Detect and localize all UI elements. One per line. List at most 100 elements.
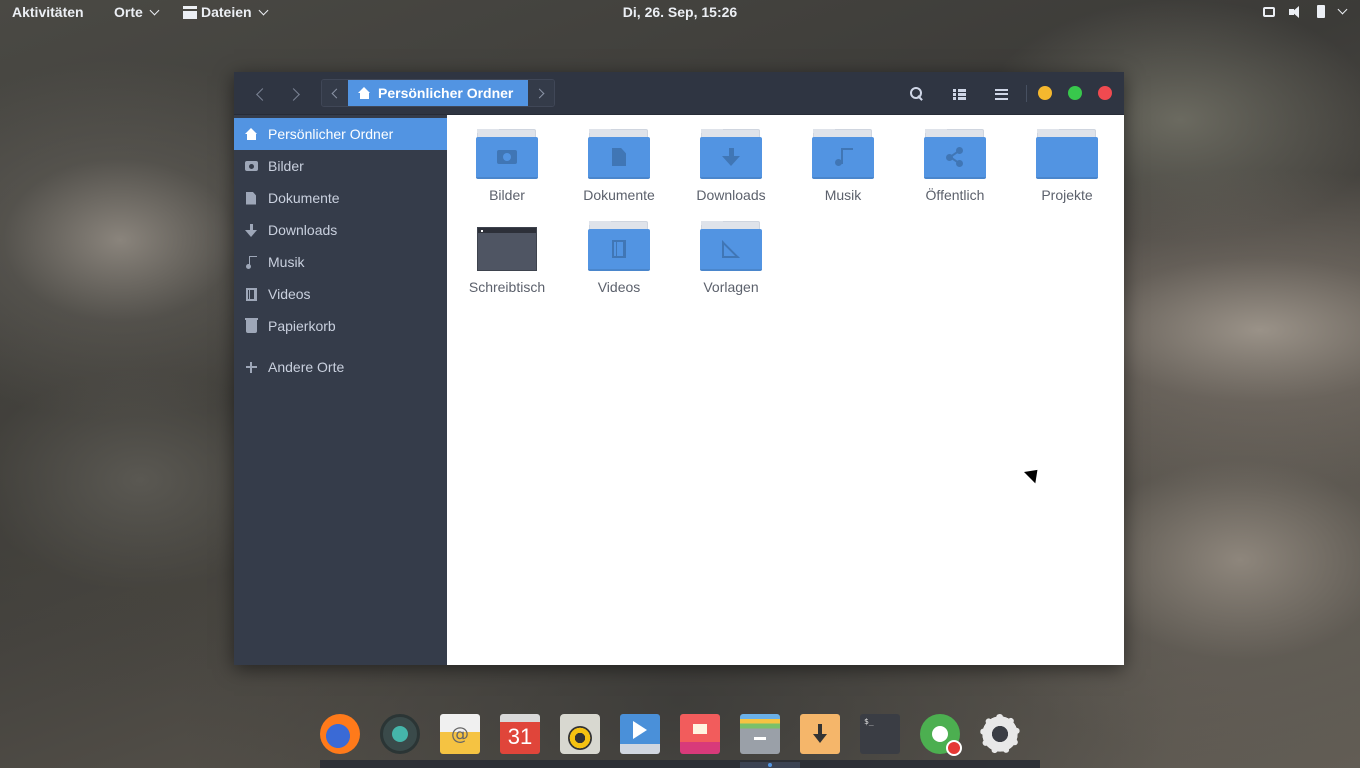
image-viewer-icon[interactable] xyxy=(680,714,720,754)
gitkraken-icon[interactable] xyxy=(380,714,420,754)
header-bar: Persönlicher Ordner xyxy=(234,72,1124,115)
view-toggle-button[interactable] xyxy=(948,83,970,105)
rhythmbox-icon[interactable] xyxy=(560,714,600,754)
file-item-projects[interactable]: Projekte xyxy=(1011,115,1123,205)
sidebar-item-documents[interactable]: Dokumente xyxy=(234,182,447,214)
sidebar-item-music[interactable]: Musik xyxy=(234,246,447,278)
pictures-folder-icon xyxy=(476,129,538,179)
search-button[interactable] xyxy=(906,83,928,105)
battery-icon[interactable] xyxy=(1317,5,1325,18)
home-icon xyxy=(358,87,371,99)
file-label: Downloads xyxy=(696,187,766,203)
file-label: Projekte xyxy=(1041,187,1093,203)
chevron-down-icon xyxy=(258,5,269,16)
downloads-folder-icon xyxy=(700,129,762,179)
terminal-icon[interactable]: $_ xyxy=(860,714,900,754)
list-view-icon xyxy=(952,88,966,100)
music-icon xyxy=(245,255,257,269)
sidebar-item-label: Downloads xyxy=(268,222,338,238)
file-item-downloads[interactable]: Downloads xyxy=(675,115,787,205)
file-item-templates[interactable]: Vorlagen xyxy=(675,207,787,297)
terminal-prompt: $_ xyxy=(864,717,874,726)
public-folder-icon xyxy=(924,129,986,179)
search-icon xyxy=(910,87,924,101)
path-scroll-right-button[interactable] xyxy=(528,80,554,106)
file-manager-icon[interactable] xyxy=(740,714,780,754)
places-label: Orte xyxy=(114,4,143,20)
file-item-public[interactable]: Öffentlich xyxy=(899,115,1011,205)
sidebar-item-label: Persönlicher Ordner xyxy=(268,126,394,142)
system-tray[interactable] xyxy=(1263,4,1348,18)
sidebar-item-label: Dokumente xyxy=(268,190,340,206)
file-label: Vorlagen xyxy=(703,279,759,295)
volume-icon[interactable] xyxy=(1289,5,1303,18)
minimize-button[interactable] xyxy=(1038,86,1052,100)
file-view: Bilder Dokumente Downloads Musik Öffentl… xyxy=(447,115,1124,665)
file-label: Videos xyxy=(597,279,641,295)
sidebar-item-label: Andere Orte xyxy=(268,359,345,375)
sidebar-item-videos[interactable]: Videos xyxy=(234,278,447,310)
desktop-folder-icon xyxy=(477,227,537,271)
sidebar-item-trash[interactable]: Papierkorb xyxy=(234,310,447,342)
calendar-day: 31 xyxy=(507,724,533,749)
sidebar: Persönlicher Ordner Bilder Dokumente Dow… xyxy=(234,115,447,665)
mail-icon[interactable]: @ xyxy=(440,714,480,754)
screen-icon[interactable] xyxy=(1263,6,1275,17)
documents-folder-icon xyxy=(588,129,650,179)
firefox-icon[interactable] xyxy=(320,714,360,754)
calendar-icon[interactable]: 31 xyxy=(500,714,540,754)
sidebar-item-pictures[interactable]: Bilder xyxy=(234,150,447,182)
document-icon xyxy=(246,191,256,205)
running-indicator xyxy=(740,762,800,768)
menu-button[interactable] xyxy=(990,83,1012,105)
sidebar-item-label: Bilder xyxy=(268,158,304,174)
sidebar-item-label: Musik xyxy=(268,254,305,270)
clock-label: Di, 26. Sep, 15:26 xyxy=(622,4,738,20)
file-item-videos[interactable]: Videos xyxy=(563,207,675,297)
video-player-icon[interactable] xyxy=(620,714,660,754)
file-item-desktop[interactable]: Schreibtisch xyxy=(451,207,563,297)
chevron-left-icon xyxy=(255,87,269,101)
chevron-down-icon[interactable] xyxy=(1337,4,1348,15)
path-bar: Persönlicher Ordner xyxy=(321,79,555,107)
music-folder-icon xyxy=(812,129,874,179)
chevron-left-icon xyxy=(331,88,342,98)
sidebar-item-home[interactable]: Persönlicher Ordner xyxy=(234,118,447,150)
videos-folder-icon xyxy=(588,221,650,271)
forward-button[interactable] xyxy=(284,83,306,105)
activities-label: Aktivitäten xyxy=(12,4,84,20)
file-item-music[interactable]: Musik xyxy=(787,115,899,205)
header-separator xyxy=(1026,85,1027,102)
file-label: Musik xyxy=(824,187,862,203)
file-label: Bilder xyxy=(489,187,525,203)
folder-icon xyxy=(1036,129,1098,179)
gnome-tweaks-icon[interactable] xyxy=(920,714,962,756)
hamburger-menu-icon xyxy=(994,88,1008,100)
templates-folder-icon xyxy=(700,221,762,271)
back-button[interactable] xyxy=(249,83,271,105)
sidebar-item-label: Videos xyxy=(268,286,311,302)
path-scroll-left-button[interactable] xyxy=(322,80,348,106)
close-button[interactable] xyxy=(1098,86,1112,100)
path-label: Persönlicher Ordner xyxy=(378,85,514,101)
file-item-pictures[interactable]: Bilder xyxy=(451,115,563,205)
chevron-right-icon xyxy=(534,88,545,98)
activities-button[interactable]: Aktivitäten xyxy=(12,4,84,20)
file-item-documents[interactable]: Dokumente xyxy=(563,115,675,205)
download-manager-icon[interactable] xyxy=(800,714,840,754)
app-menu-label: Dateien xyxy=(201,4,252,20)
download-icon xyxy=(245,223,257,237)
maximize-button[interactable] xyxy=(1068,86,1082,100)
path-home-button[interactable]: Persönlicher Ordner xyxy=(348,80,528,106)
sidebar-item-other-places[interactable]: Andere Orte xyxy=(234,351,447,383)
places-menu[interactable]: Orte xyxy=(114,4,162,20)
file-label: Öffentlich xyxy=(925,187,985,203)
file-label: Dokumente xyxy=(583,187,655,203)
app-menu[interactable]: Dateien xyxy=(183,4,271,20)
sidebar-item-downloads[interactable]: Downloads xyxy=(234,214,447,246)
dock: @ 31 $_ xyxy=(320,706,1020,762)
trash-icon xyxy=(244,317,258,333)
chevron-right-icon xyxy=(286,87,300,101)
settings-icon[interactable] xyxy=(980,714,1020,754)
files-app-icon xyxy=(183,5,197,19)
